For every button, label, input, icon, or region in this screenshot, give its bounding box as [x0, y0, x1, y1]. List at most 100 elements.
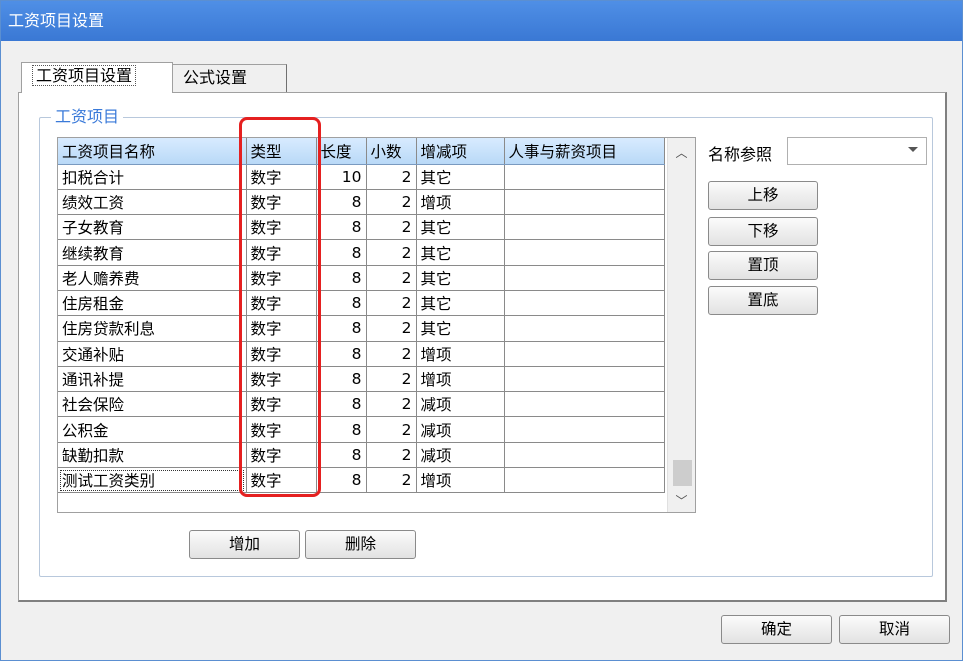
- cell-length[interactable]: 8: [316, 366, 367, 393]
- cell-decimals[interactable]: 2: [366, 189, 417, 216]
- cell-type[interactable]: 数字: [246, 164, 317, 190]
- move-top-button[interactable]: 置顶: [708, 251, 818, 280]
- cell-inc-dec[interactable]: 增项: [416, 189, 505, 216]
- table-row[interactable]: 测试工资类别 数字 8 2 增项: [58, 467, 665, 494]
- cell-decimals[interactable]: 2: [366, 265, 417, 291]
- cell-hr-item[interactable]: [504, 315, 665, 342]
- scrollbar-thumb[interactable]: [673, 460, 692, 486]
- cell-decimals[interactable]: 2: [366, 467, 417, 494]
- cell-inc-dec[interactable]: 其它: [416, 290, 505, 317]
- cell-name[interactable]: 公积金: [58, 416, 247, 443]
- move-up-button[interactable]: 上移: [708, 181, 818, 210]
- column-header-name[interactable]: 工资项目名称: [58, 138, 247, 165]
- cell-length[interactable]: 8: [316, 442, 367, 469]
- tab-salary-items[interactable]: 工资项目设置: [21, 62, 173, 93]
- cell-decimals[interactable]: 2: [366, 416, 417, 443]
- table-row[interactable]: 社会保险 数字 8 2 减项: [58, 391, 665, 418]
- ok-button[interactable]: 确定: [721, 615, 832, 644]
- column-header-decimals[interactable]: 小数: [366, 138, 417, 165]
- table-row[interactable]: 继续教育 数字 8 2 其它: [58, 239, 665, 266]
- cell-length[interactable]: 8: [316, 214, 367, 241]
- cell-inc-dec[interactable]: 减项: [416, 416, 505, 443]
- cell-decimals[interactable]: 2: [366, 366, 417, 393]
- delete-button[interactable]: 删除: [305, 530, 416, 559]
- column-header-type[interactable]: 类型: [246, 138, 317, 165]
- table-row[interactable]: 老人赡养费 数字 8 2 其它: [58, 265, 665, 291]
- cell-hr-item[interactable]: [504, 341, 665, 367]
- cell-hr-item[interactable]: [504, 391, 665, 418]
- cell-length[interactable]: 8: [316, 341, 367, 367]
- cell-decimals[interactable]: 2: [366, 164, 417, 190]
- cell-inc-dec[interactable]: 其它: [416, 315, 505, 342]
- move-down-button[interactable]: 下移: [708, 217, 818, 246]
- cell-inc-dec[interactable]: 减项: [416, 442, 505, 469]
- cell-inc-dec[interactable]: 增项: [416, 366, 505, 393]
- cell-decimals[interactable]: 2: [366, 239, 417, 266]
- cell-inc-dec[interactable]: 其它: [416, 265, 505, 291]
- cell-length[interactable]: 8: [316, 265, 367, 291]
- column-header-length[interactable]: 长度: [316, 138, 367, 165]
- cell-hr-item[interactable]: [504, 467, 665, 494]
- cell-inc-dec[interactable]: 增项: [416, 341, 505, 367]
- cell-name[interactable]: 扣税合计: [58, 164, 247, 190]
- cell-type[interactable]: 数字: [246, 214, 317, 241]
- table-row[interactable]: 住房贷款利息 数字 8 2 其它: [58, 315, 665, 342]
- cell-length[interactable]: 8: [316, 239, 367, 266]
- table-row[interactable]: 子女教育 数字 8 2 其它: [58, 214, 665, 241]
- cell-type[interactable]: 数字: [246, 442, 317, 469]
- cell-hr-item[interactable]: [504, 290, 665, 317]
- cell-length[interactable]: 10: [316, 164, 367, 190]
- cell-type[interactable]: 数字: [246, 315, 317, 342]
- salary-items-grid[interactable]: 工资项目名称 类型 长度 小数 增减项 人事与薪资项目 扣税合计 数字 10 2 其它绩…: [57, 137, 696, 513]
- cell-name[interactable]: 绩效工资: [58, 189, 247, 216]
- cell-name[interactable]: 住房贷款利息: [58, 315, 247, 342]
- chevron-up-icon[interactable]: ︿: [668, 142, 695, 164]
- cell-name[interactable]: 交通补贴: [58, 341, 247, 367]
- cell-name[interactable]: 缺勤扣款: [58, 442, 247, 469]
- table-row[interactable]: 通讯补提 数字 8 2 增项: [58, 366, 665, 393]
- cell-type[interactable]: 数字: [246, 416, 317, 443]
- cell-hr-item[interactable]: [504, 164, 665, 190]
- cell-type[interactable]: 数字: [246, 467, 317, 494]
- cell-decimals[interactable]: 2: [366, 315, 417, 342]
- table-row[interactable]: 扣税合计 数字 10 2 其它: [58, 164, 665, 190]
- cell-type[interactable]: 数字: [246, 290, 317, 317]
- cell-inc-dec[interactable]: 其它: [416, 164, 505, 190]
- cell-length[interactable]: 8: [316, 189, 367, 216]
- cell-hr-item[interactable]: [504, 416, 665, 443]
- cell-hr-item[interactable]: [504, 189, 665, 216]
- column-header-hr-item[interactable]: 人事与薪资项目: [504, 138, 665, 165]
- cell-type[interactable]: 数字: [246, 341, 317, 367]
- cell-inc-dec[interactable]: 其它: [416, 239, 505, 266]
- chevron-down-icon[interactable]: ﹀: [668, 490, 695, 512]
- table-row[interactable]: 公积金 数字 8 2 减项: [58, 416, 665, 443]
- dropdown-arrow-icon[interactable]: [908, 147, 918, 152]
- cell-name[interactable]: 住房租金: [58, 290, 247, 317]
- table-row[interactable]: 绩效工资 数字 8 2 增项: [58, 189, 665, 216]
- cell-decimals[interactable]: 2: [366, 214, 417, 241]
- table-row[interactable]: 缺勤扣款 数字 8 2 减项: [58, 442, 665, 469]
- cell-inc-dec[interactable]: 增项: [416, 467, 505, 494]
- cell-decimals[interactable]: 2: [366, 341, 417, 367]
- table-row[interactable]: 交通补贴 数字 8 2 增项: [58, 341, 665, 367]
- cell-type[interactable]: 数字: [246, 391, 317, 418]
- cell-hr-item[interactable]: [504, 442, 665, 469]
- move-bottom-button[interactable]: 置底: [708, 286, 818, 315]
- cell-length[interactable]: 8: [316, 467, 367, 494]
- cell-inc-dec[interactable]: 减项: [416, 391, 505, 418]
- cell-inc-dec[interactable]: 其它: [416, 214, 505, 241]
- table-row[interactable]: 住房租金 数字 8 2 其它: [58, 290, 665, 317]
- cell-name[interactable]: 子女教育: [58, 214, 247, 241]
- name-reference-dropdown[interactable]: [787, 137, 927, 165]
- cell-length[interactable]: 8: [316, 416, 367, 443]
- cell-name[interactable]: 继续教育: [58, 239, 247, 266]
- vertical-scrollbar[interactable]: ︿ ﹀: [667, 138, 695, 512]
- cell-hr-item[interactable]: [504, 366, 665, 393]
- cell-hr-item[interactable]: [504, 239, 665, 266]
- cell-name[interactable]: 社会保险: [58, 391, 247, 418]
- cell-hr-item[interactable]: [504, 214, 665, 241]
- add-button[interactable]: 增加: [189, 530, 300, 559]
- cell-decimals[interactable]: 2: [366, 391, 417, 418]
- cell-type[interactable]: 数字: [246, 189, 317, 216]
- cell-length[interactable]: 8: [316, 290, 367, 317]
